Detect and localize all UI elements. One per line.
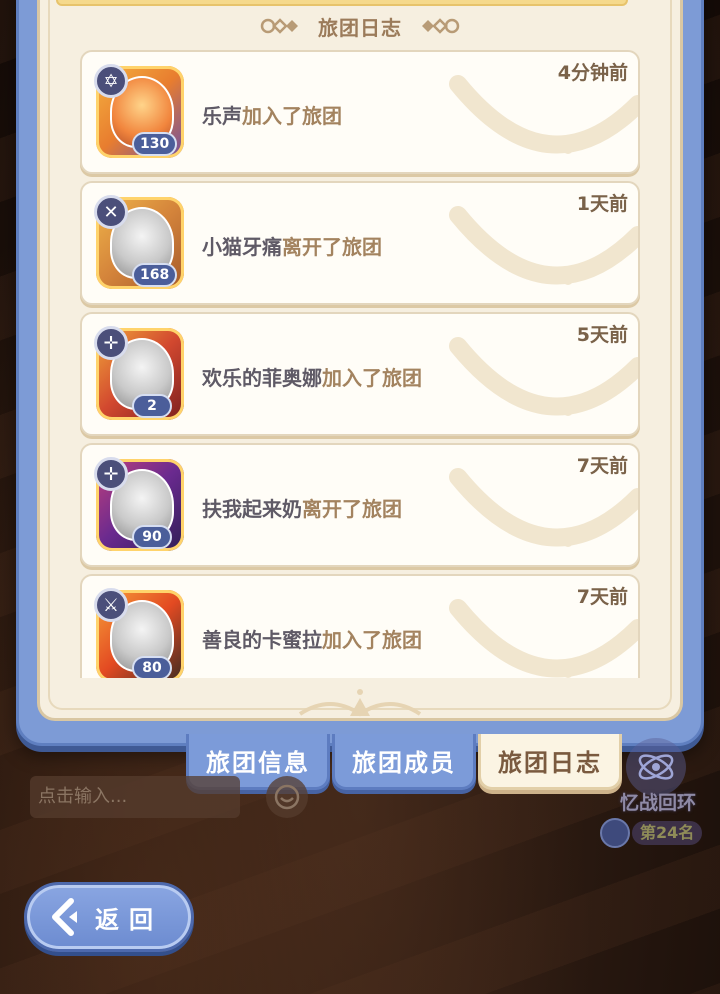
member-name: 扶我起来奶 (202, 497, 302, 521)
member-avatar[interactable]: ⚔ 80 (92, 586, 188, 678)
log-message: 善良的卡蜜拉加入了旅团 (202, 624, 422, 653)
log-entry: ✛ 90 7天前 扶我起来奶离开了旅团 (80, 443, 640, 567)
back-button[interactable]: 返回 (24, 882, 194, 952)
emoji-button[interactable] (266, 776, 308, 818)
action-text: 离开了旅团 (302, 497, 402, 521)
action-text: 离开了旅团 (282, 235, 382, 259)
back-label: 返回 (95, 905, 163, 934)
level-badge: 2 (132, 394, 172, 418)
rank-emblem-icon: ✛ (94, 326, 128, 360)
left-ornament-icon (260, 18, 298, 34)
back-arrow-icon (52, 898, 77, 936)
section-title: 旅团日志 (318, 15, 402, 40)
member-name: 欢乐的菲奥娜 (202, 366, 322, 390)
log-entry: ✡ 130 4分钟前 乐声加入了旅团 (80, 50, 640, 174)
rank-orb-icon (600, 818, 630, 848)
timestamp: 5天前 (576, 324, 628, 346)
rank-emblem-icon: ✡ (94, 64, 128, 98)
log-message: 乐声加入了旅团 (202, 100, 342, 129)
log-list[interactable]: ✡ 130 4分钟前 乐声加入了旅团 ✕ 168 1天前 小猫牙痛离开了旅团 ✛… (80, 50, 642, 678)
panel-top-strip (56, 0, 628, 6)
timestamp: 7天前 (576, 455, 628, 477)
action-text: 加入了旅团 (322, 628, 422, 652)
log-entry: ✛ 2 5天前 欢乐的菲奥娜加入了旅团 (80, 312, 640, 436)
rank-emblem-icon: ✛ (94, 457, 128, 491)
member-name: 善良的卡蜜拉 (202, 628, 322, 652)
log-message: 小猫牙痛离开了旅团 (202, 231, 382, 260)
chat-input[interactable]: 点击输入... (30, 776, 240, 818)
level-badge: 130 (132, 132, 178, 156)
rank-emblem-icon: ⚔ (94, 588, 128, 622)
log-entry: ⚔ 80 7天前 善良的卡蜜拉加入了旅团 (80, 574, 640, 678)
event-title: 忆战回环 (619, 792, 696, 814)
member-name: 乐声 (202, 104, 242, 128)
log-message: 欢乐的菲奥娜加入了旅团 (202, 362, 422, 391)
bottom-ornament-icon (298, 689, 422, 717)
section-header: 旅团日志 (0, 10, 720, 42)
rank-emblem-icon: ✕ (94, 195, 128, 229)
smiley-icon (274, 784, 300, 810)
event-rank: 第24名 (632, 821, 703, 845)
member-avatar[interactable]: ✕ 168 (92, 193, 188, 293)
member-avatar[interactable]: ✛ 2 (92, 324, 188, 424)
log-entry: ✕ 168 1天前 小猫牙痛离开了旅团 (80, 181, 640, 305)
level-badge: 90 (132, 525, 172, 549)
timestamp: 7天前 (576, 586, 628, 608)
timestamp: 4分钟前 (557, 62, 628, 84)
member-avatar[interactable]: ✡ 130 (92, 62, 188, 162)
action-text: 加入了旅团 (322, 366, 422, 390)
member-name: 小猫牙痛 (202, 235, 282, 259)
tab-guild-members[interactable]: 旅团成员 (332, 734, 476, 790)
action-text: 加入了旅团 (242, 104, 342, 128)
tab-bar: 旅团信息 旅团成员 旅团日志 (186, 734, 626, 794)
event-widget[interactable]: 忆战回环 第24名 (600, 730, 710, 860)
event-rank-pill: 第24名 (600, 818, 708, 848)
log-message: 扶我起来奶离开了旅团 (202, 493, 402, 522)
member-avatar[interactable]: ✛ 90 (92, 455, 188, 555)
level-badge: 80 (132, 656, 172, 678)
timestamp: 1天前 (576, 193, 628, 215)
level-badge: 168 (132, 263, 178, 287)
right-ornament-icon (422, 18, 460, 34)
